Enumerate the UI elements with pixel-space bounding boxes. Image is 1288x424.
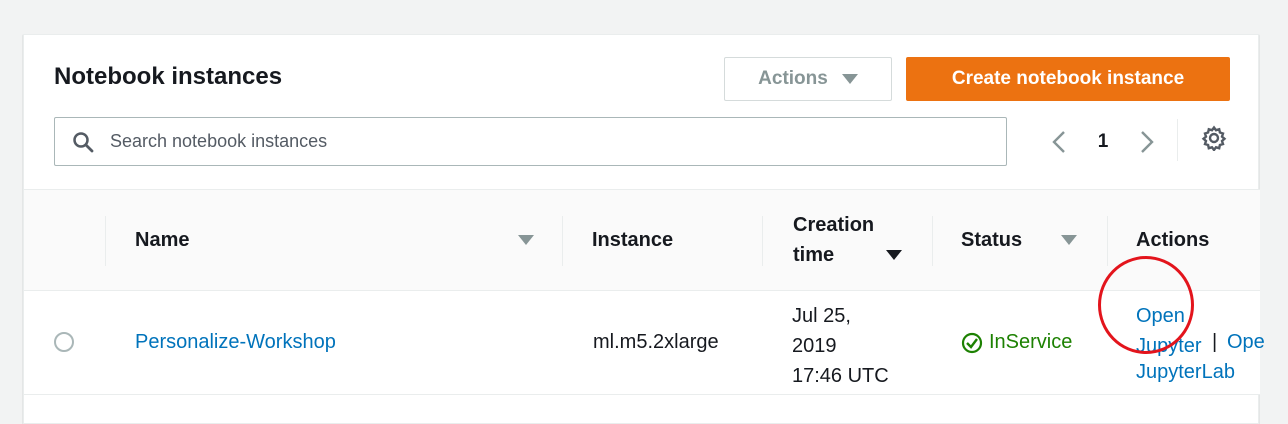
column-divider (1107, 216, 1108, 266)
caret-down-icon (841, 74, 858, 84)
open-jupyter-link[interactable]: Open Jupyter (1136, 301, 1202, 361)
table-header: Name Instance Creation time Status Actio… (24, 189, 1260, 291)
column-header-actions: Actions (1107, 190, 1260, 290)
pagination: 1 (1044, 121, 1162, 163)
actions-button-label: Actions (758, 68, 828, 89)
column-header-creation-time[interactable]: Creation time (762, 190, 932, 290)
actions-dropdown-button[interactable]: Actions (724, 57, 892, 101)
column-divider (932, 216, 933, 266)
gear-icon[interactable] (1201, 125, 1227, 153)
previous-page-icon[interactable] (1044, 130, 1074, 154)
notebook-name-link[interactable]: Personalize-Workshop (135, 331, 336, 354)
search-input[interactable]: Search notebook instances (54, 117, 1007, 166)
open-jupyterlab-link-start[interactable]: Ope (1227, 331, 1265, 354)
open-jupyter-line2: Jupyter (1136, 335, 1202, 357)
column-header-status[interactable]: Status (932, 190, 1107, 290)
sort-descending-icon[interactable] (886, 250, 902, 260)
column-actions-label: Actions (1136, 228, 1210, 251)
table-row: Personalize-Workshop ml.m5.2xlarge Jul 2… (24, 291, 1265, 395)
page-title: Notebook instances (54, 63, 283, 90)
column-creation-time-line1: Creation (793, 214, 875, 236)
column-instance-label: Instance (592, 228, 674, 251)
search-icon (55, 131, 110, 153)
create-button-label: Create notebook instance (951, 68, 1185, 89)
link-separator: | (1212, 331, 1218, 353)
check-circle-icon (961, 332, 983, 353)
open-jupyter-line1: Open (1136, 305, 1185, 327)
creation-time: Jul 25, 2019 17:46 UTC (792, 301, 889, 391)
creation-time-line1: Jul 25, (792, 305, 851, 327)
notebook-instances-panel: Notebook instances Actions Create notebo… (23, 34, 1265, 424)
status-text: InService (989, 331, 1073, 353)
pager-divider (1177, 119, 1178, 161)
column-header-instance: Instance (562, 190, 762, 290)
create-notebook-instance-button[interactable]: Create notebook instance (906, 57, 1230, 101)
column-creation-time-line2: time (793, 244, 835, 266)
sort-icon[interactable] (518, 235, 534, 245)
open-jupyterlab-link[interactable]: JupyterLab (1136, 361, 1235, 384)
sort-icon[interactable] (1061, 235, 1077, 245)
creation-time-line2: 2019 (792, 335, 837, 357)
column-header-name[interactable]: Name (105, 190, 562, 290)
column-creation-time-label: Creation time (793, 210, 874, 270)
column-divider (762, 216, 763, 266)
status-badge: InService (961, 331, 1072, 354)
next-page-icon[interactable] (1132, 130, 1162, 154)
current-page-number[interactable]: 1 (1074, 131, 1132, 153)
column-status-label: Status (961, 228, 1023, 251)
creation-time-line3: 17:46 UTC (792, 365, 889, 387)
column-divider (562, 216, 563, 266)
search-placeholder: Search notebook instances (110, 131, 328, 151)
column-divider (105, 216, 106, 266)
row-select-radio[interactable] (54, 332, 74, 352)
instance-type: ml.m5.2xlarge (593, 331, 719, 353)
column-name-label: Name (135, 228, 190, 251)
